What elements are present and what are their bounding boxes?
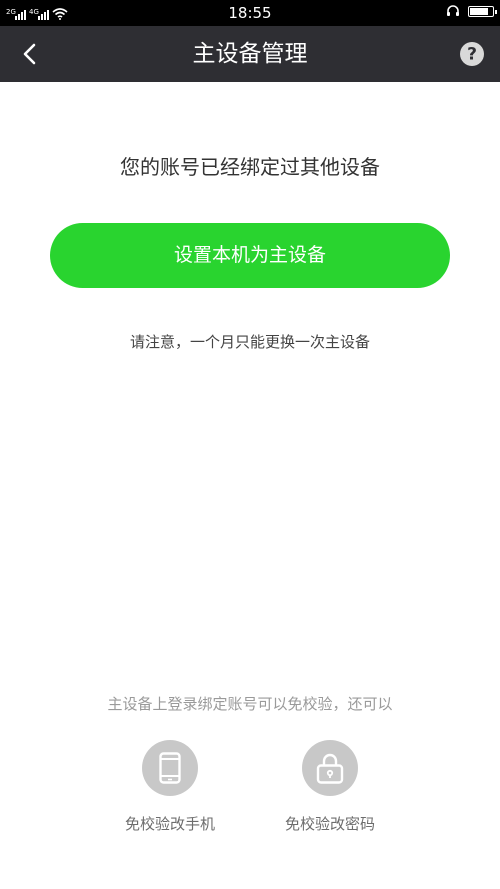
feature-change-phone[interactable]: 免校验改手机 xyxy=(110,740,230,834)
battery-icon xyxy=(468,5,497,17)
feature-icon-circle xyxy=(302,740,358,796)
feature-label: 免校验改密码 xyxy=(284,815,375,833)
svg-text:?: ? xyxy=(467,45,477,65)
status-right xyxy=(446,4,497,18)
help-icon[interactable]: ? xyxy=(460,42,484,66)
header-bar: 主设备管理 ? xyxy=(0,26,500,82)
status-bar: 2G 4G 18:55 xyxy=(0,0,500,26)
bound-device-message: 您的账号已经绑定过其他设备 xyxy=(120,155,380,179)
headset-icon xyxy=(447,5,459,16)
feature-change-password[interactable]: 免校验改密码 xyxy=(270,740,390,834)
phone-icon xyxy=(159,752,181,784)
feature-icon-circle xyxy=(142,740,198,796)
feature-label: 免校验改手机 xyxy=(124,815,215,833)
benefit-tip: 主设备上登录绑定账号可以免校验，还可以 xyxy=(107,695,393,713)
lock-icon xyxy=(316,753,344,784)
page-title: 主设备管理 xyxy=(192,41,308,67)
set-primary-device-button[interactable]: 设置本机为主设备 xyxy=(50,223,450,288)
status-time: 18:55 xyxy=(228,4,272,22)
change-limit-note: 请注意，一个月只能更换一次主设备 xyxy=(129,333,370,351)
